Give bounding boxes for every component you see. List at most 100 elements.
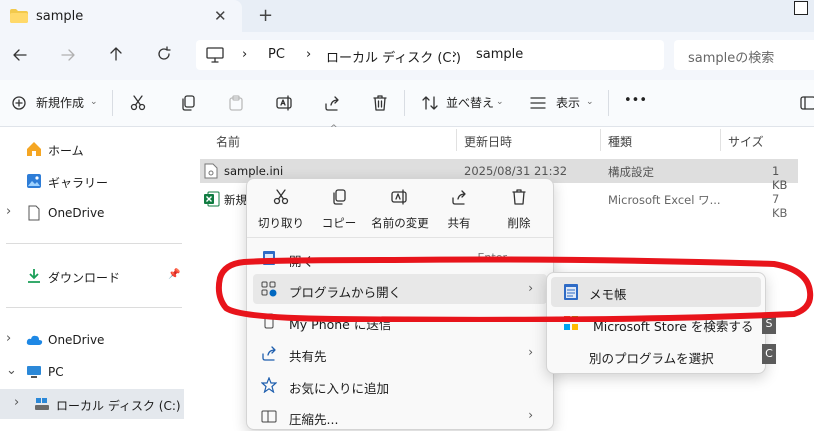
chevron-right-icon[interactable]: ›: [14, 395, 19, 410]
search-box[interactable]: sampleの検索: [674, 40, 814, 70]
column-separator[interactable]: [720, 129, 721, 151]
sort-indicator-icon: ^: [330, 124, 338, 134]
cloud-icon: [26, 335, 43, 345]
star-icon: [261, 377, 277, 393]
toolbar-divider: [112, 90, 113, 116]
monitor-icon: [206, 47, 224, 63]
submenu-label: Microsoft Store を検索する: [593, 319, 754, 334]
file-type: 構成設定: [608, 165, 654, 179]
monitor-icon: [27, 366, 41, 378]
close-tab-icon[interactable]: ✕: [214, 7, 227, 25]
view-icon: [530, 97, 546, 109]
up-arrow-icon[interactable]: [108, 46, 124, 62]
forward-arrow-icon[interactable]: [60, 47, 76, 63]
file-size: 7 KB: [772, 192, 788, 220]
file-date: 2025/08/31 21:32: [464, 164, 568, 178]
breadcrumb-sample[interactable]: sample: [476, 47, 523, 62]
download-icon: [28, 269, 40, 283]
sidebar-item-gallery[interactable]: ギャラリー: [0, 166, 184, 196]
column-header-type[interactable]: 種類: [608, 133, 632, 150]
new-button[interactable]: 新規作成: [36, 94, 84, 111]
store-icon: [564, 316, 578, 330]
menu-item-share-to[interactable]: 共有先 ›: [253, 338, 547, 368]
menu-separator: [247, 237, 553, 238]
menu-label: お気に入りに追加: [289, 381, 390, 396]
file-name: 新規: [224, 193, 247, 207]
menu-item-send-to-phone[interactable]: My Phone に送信: [253, 306, 547, 336]
pin-icon: 📌: [168, 269, 181, 280]
chevron-right-icon[interactable]: ›: [6, 331, 11, 346]
rename-icon[interactable]: [276, 95, 292, 111]
back-arrow-icon[interactable]: [12, 47, 28, 63]
sidebar-item-onedrive-personal[interactable]: › OneDrive: [0, 198, 184, 228]
menu-label: 圧縮先...: [289, 412, 339, 427]
view-button[interactable]: 表示: [556, 94, 580, 111]
sidebar-label: ローカル ディスク (C:): [56, 399, 181, 413]
file-type: Microsoft Excel ワ...: [608, 193, 721, 207]
share-icon[interactable]: [324, 95, 340, 111]
column-header-size[interactable]: サイズ: [728, 133, 764, 150]
column-separator[interactable]: [456, 129, 457, 151]
sidebar-item-pc[interactable]: ⌄ PC: [0, 357, 184, 387]
menu-item-add-favorite[interactable]: お気に入りに追加: [253, 370, 547, 400]
chevron-down-icon[interactable]: ⌄: [6, 363, 17, 378]
shortcut-hint: Enter: [477, 251, 507, 264]
home-icon: [27, 142, 41, 156]
tab-title: sample: [36, 9, 84, 24]
access-key-badge: C: [762, 344, 776, 364]
column-header-date[interactable]: 更新日時: [464, 133, 512, 150]
copy-icon[interactable]: [180, 95, 196, 111]
submenu-label: メモ帳: [589, 287, 627, 302]
zip-folder-icon: [261, 410, 277, 423]
chevron-right-icon[interactable]: ›: [6, 204, 11, 219]
cut-icon[interactable]: [130, 95, 146, 111]
excel-icon: [204, 191, 220, 207]
menu-label: 開く: [289, 254, 315, 269]
settings-file-icon: [204, 163, 218, 179]
column-separator[interactable]: [600, 129, 601, 151]
sidebar-divider: [6, 307, 182, 308]
tab-sample[interactable]: sample ✕: [0, 0, 242, 32]
chevron-down-icon: ⌄: [90, 97, 98, 107]
refresh-icon[interactable]: [156, 46, 172, 62]
file-name: sample.ini: [224, 164, 284, 178]
open-with-submenu: メモ帳 Microsoft Store を検索する 別のプログラムを選択: [546, 272, 766, 374]
sidebar-item-onedrive[interactable]: › OneDrive: [0, 325, 184, 355]
breadcrumb-local-disk[interactable]: ローカル ディスク (C:): [326, 47, 461, 66]
navigation-bar: › PC › ローカル ディスク (C:) › sample sampleの検索: [0, 32, 814, 80]
menu-item-compress[interactable]: 圧縮先... ›: [253, 401, 547, 431]
search-placeholder: sampleの検索: [688, 51, 775, 66]
rename-icon: [391, 189, 407, 205]
breadcrumb-separator: ›: [452, 47, 458, 62]
submenu-item-notepad[interactable]: メモ帳: [551, 277, 761, 307]
menu-item-open[interactable]: 開く Enter: [253, 243, 547, 273]
breadcrumb-pc[interactable]: PC: [268, 47, 285, 62]
copy-icon: [333, 189, 346, 205]
maximize-button[interactable]: [794, 1, 808, 15]
column-header-name[interactable]: 名前: [216, 133, 240, 150]
folder-icon: [10, 9, 28, 23]
address-bar[interactable]: › PC › ローカル ディスク (C:) › sample: [196, 40, 664, 70]
delete-icon[interactable]: [372, 95, 388, 111]
sidebar-item-local-disk[interactable]: › ローカル ディスク (C:): [0, 389, 184, 419]
details-pane-icon[interactable]: [800, 96, 814, 110]
more-options-button[interactable]: •••: [624, 93, 647, 108]
sidebar-label: OneDrive: [48, 206, 105, 220]
breadcrumb-separator: ›: [306, 47, 312, 62]
menu-label: My Phone に送信: [289, 317, 392, 332]
breadcrumb-separator: ›: [242, 47, 248, 62]
action-label: 切り取り: [258, 216, 304, 230]
gallery-icon: [27, 174, 41, 188]
command-bar: 新規作成 ⌄ 並べ替え ⌄ 表示 ⌄ •••: [0, 80, 814, 127]
new-tab-button[interactable]: +: [258, 5, 273, 26]
sort-button[interactable]: 並べ替え: [446, 94, 494, 111]
submenu-item-store[interactable]: Microsoft Store を検索する: [551, 309, 761, 339]
submenu-item-choose-app[interactable]: 別のプログラムを選択: [551, 341, 761, 371]
sidebar-item-downloads[interactable]: ダウンロード 📌: [0, 261, 184, 291]
notepad-icon: [263, 251, 275, 265]
document-icon: [28, 205, 40, 221]
menu-item-open-with[interactable]: プログラムから開く ›: [253, 274, 547, 304]
sidebar-label: ダウンロード: [48, 271, 121, 285]
menu-label: 共有先: [289, 349, 327, 364]
sidebar-item-home[interactable]: ホーム: [0, 134, 184, 164]
